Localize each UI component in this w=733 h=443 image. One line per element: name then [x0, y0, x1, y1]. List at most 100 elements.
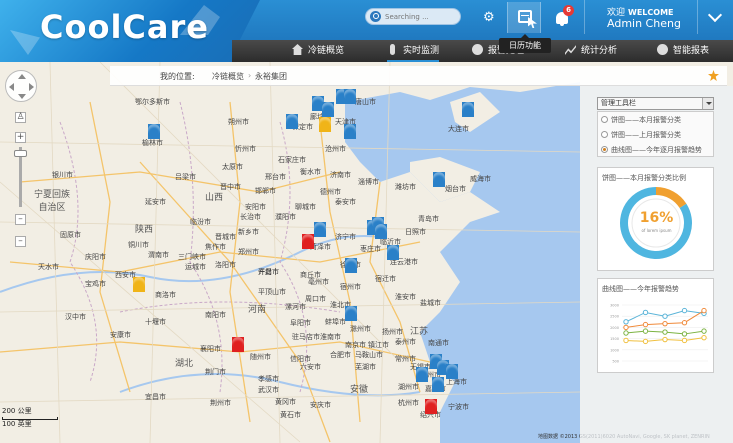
location-pin[interactable] [286, 114, 298, 129]
pan-left-icon[interactable] [9, 83, 14, 91]
user-menu[interactable]: 欢迎 WELCOME Admin Cheng [584, 0, 697, 34]
location-pin[interactable] [433, 172, 445, 187]
location-pin[interactable] [345, 306, 357, 321]
location-pin[interactable] [425, 399, 437, 414]
location-pin[interactable] [344, 124, 356, 139]
search-icon[interactable] [370, 11, 381, 22]
location-pin[interactable] [322, 102, 334, 117]
city-label: 平顶山市 [258, 288, 286, 296]
city-label: 漯河市 [285, 303, 306, 311]
location-pin[interactable] [344, 89, 356, 104]
donut-subtitle: of lorem ipsum [641, 228, 672, 233]
breadcrumb-item[interactable]: 冷链概览 [212, 71, 244, 82]
breadcrumb: 我的位置: 冷链概览 › 永裕集团 [110, 66, 727, 86]
location-pin[interactable] [319, 117, 331, 132]
pan-control[interactable] [5, 70, 37, 102]
tool-select[interactable]: 管理工具栏 [597, 97, 714, 110]
breadcrumb-item[interactable]: 永裕集团 [255, 71, 287, 82]
app-logo[interactable]: CoolCare [40, 8, 209, 46]
gear-icon[interactable]: ⚙ [483, 11, 496, 24]
pan-right-icon[interactable] [29, 83, 34, 91]
radio-icon[interactable] [601, 146, 608, 153]
city-label: 镇江市 [368, 341, 389, 349]
radio-option[interactable]: 饼图——上月报警分类 [601, 128, 681, 142]
series-point [623, 324, 629, 331]
city-label: 日照市 [405, 228, 426, 236]
radio-option[interactable]: 曲线图——今年逐月报警趋势 [601, 143, 702, 157]
city-label: 六安市 [300, 363, 321, 371]
select-arrow-icon[interactable] [702, 98, 713, 109]
city-label: 宜昌市 [145, 393, 166, 401]
location-pin[interactable] [345, 258, 357, 273]
city-label: 济宁市 [335, 233, 356, 241]
location-pin[interactable] [133, 277, 145, 292]
notification-badge: 6 [563, 5, 574, 16]
location-pin[interactable] [148, 124, 160, 139]
radio-option[interactable]: 饼图——本月报警分类 [601, 113, 681, 127]
nav-item-stats[interactable]: 统计分析 [565, 40, 617, 62]
pan-down-icon[interactable] [18, 94, 26, 99]
city-label: 孝感市 [258, 375, 279, 383]
series-point [623, 330, 629, 336]
zoom-mark[interactable]: – [15, 214, 26, 225]
y-tick-label: 2500 [610, 315, 619, 319]
city-label: 吕梁市 [175, 173, 196, 181]
zoom-in-button[interactable]: + [15, 132, 26, 143]
city-label: 邢台市 [265, 173, 286, 181]
nav-item-report[interactable]: 智能报表 [657, 40, 709, 62]
location-pin[interactable] [232, 337, 244, 352]
city-label: 忻州市 [235, 145, 256, 153]
nav-item-overview[interactable]: 冷链概览 [292, 40, 344, 62]
zoom-out-button[interactable]: – [15, 236, 26, 247]
home-icon [292, 44, 303, 55]
location-pin[interactable] [302, 234, 314, 249]
city-label: 南通市 [428, 339, 449, 347]
city-label: 周口市 [305, 295, 326, 303]
city-label: 湖州市 [398, 383, 419, 391]
radio-icon[interactable] [601, 131, 608, 138]
search-input[interactable] [385, 10, 457, 23]
city-label: 安阳市 [245, 203, 266, 211]
nav-label: 智能报表 [673, 46, 710, 56]
location-pin[interactable] [462, 102, 474, 117]
location-pin[interactable] [375, 224, 387, 239]
location-pin[interactable] [387, 245, 399, 260]
city-label: 宿迁市 [375, 275, 396, 283]
breadcrumb-prefix: 我的位置: [160, 72, 195, 81]
series-point [681, 320, 688, 326]
location-pin[interactable] [446, 364, 458, 379]
series-point [681, 337, 688, 344]
series-point [642, 321, 649, 328]
pan-up-icon[interactable] [18, 74, 26, 79]
location-pin[interactable] [432, 377, 444, 392]
location-pin[interactable] [314, 222, 326, 237]
city-label: 大连市 [448, 125, 469, 133]
city-label: 枣庄市 [360, 245, 381, 253]
city-label: 洛阳市 [215, 261, 236, 269]
radio-icon[interactable] [601, 116, 608, 123]
tool-select-value: 管理工具栏 [601, 99, 636, 107]
city-label: 合肥市 [330, 351, 351, 359]
series-point [662, 329, 668, 335]
series-point [701, 328, 707, 334]
search-box[interactable] [365, 8, 461, 25]
city-label: 泰州市 [395, 338, 416, 346]
street-view-icon[interactable]: ♙ [15, 112, 26, 123]
calendar-button[interactable] [507, 2, 541, 33]
city-label: 黄石市 [280, 411, 301, 419]
calendar-tooltip: 日历功能 [499, 34, 551, 53]
series-point [681, 307, 688, 314]
city-label: 安庆市 [310, 401, 331, 409]
city-label: 开封市 [258, 268, 279, 276]
line-card: 曲线图——今年报警趋势 3000 2500 2000 1500 1000 500 [597, 278, 714, 373]
city-label: 沧州市 [325, 145, 346, 153]
series-point [623, 337, 629, 344]
series-point [681, 331, 688, 337]
series-point [642, 309, 649, 316]
series-point [662, 336, 668, 343]
province-label: 湖北 [175, 359, 194, 369]
zoom-slider-handle[interactable] [14, 150, 27, 157]
nav-item-monitor[interactable]: 实时监测 [387, 40, 440, 62]
chevron-down-icon[interactable] [697, 0, 733, 34]
location-pin[interactable] [416, 367, 428, 382]
